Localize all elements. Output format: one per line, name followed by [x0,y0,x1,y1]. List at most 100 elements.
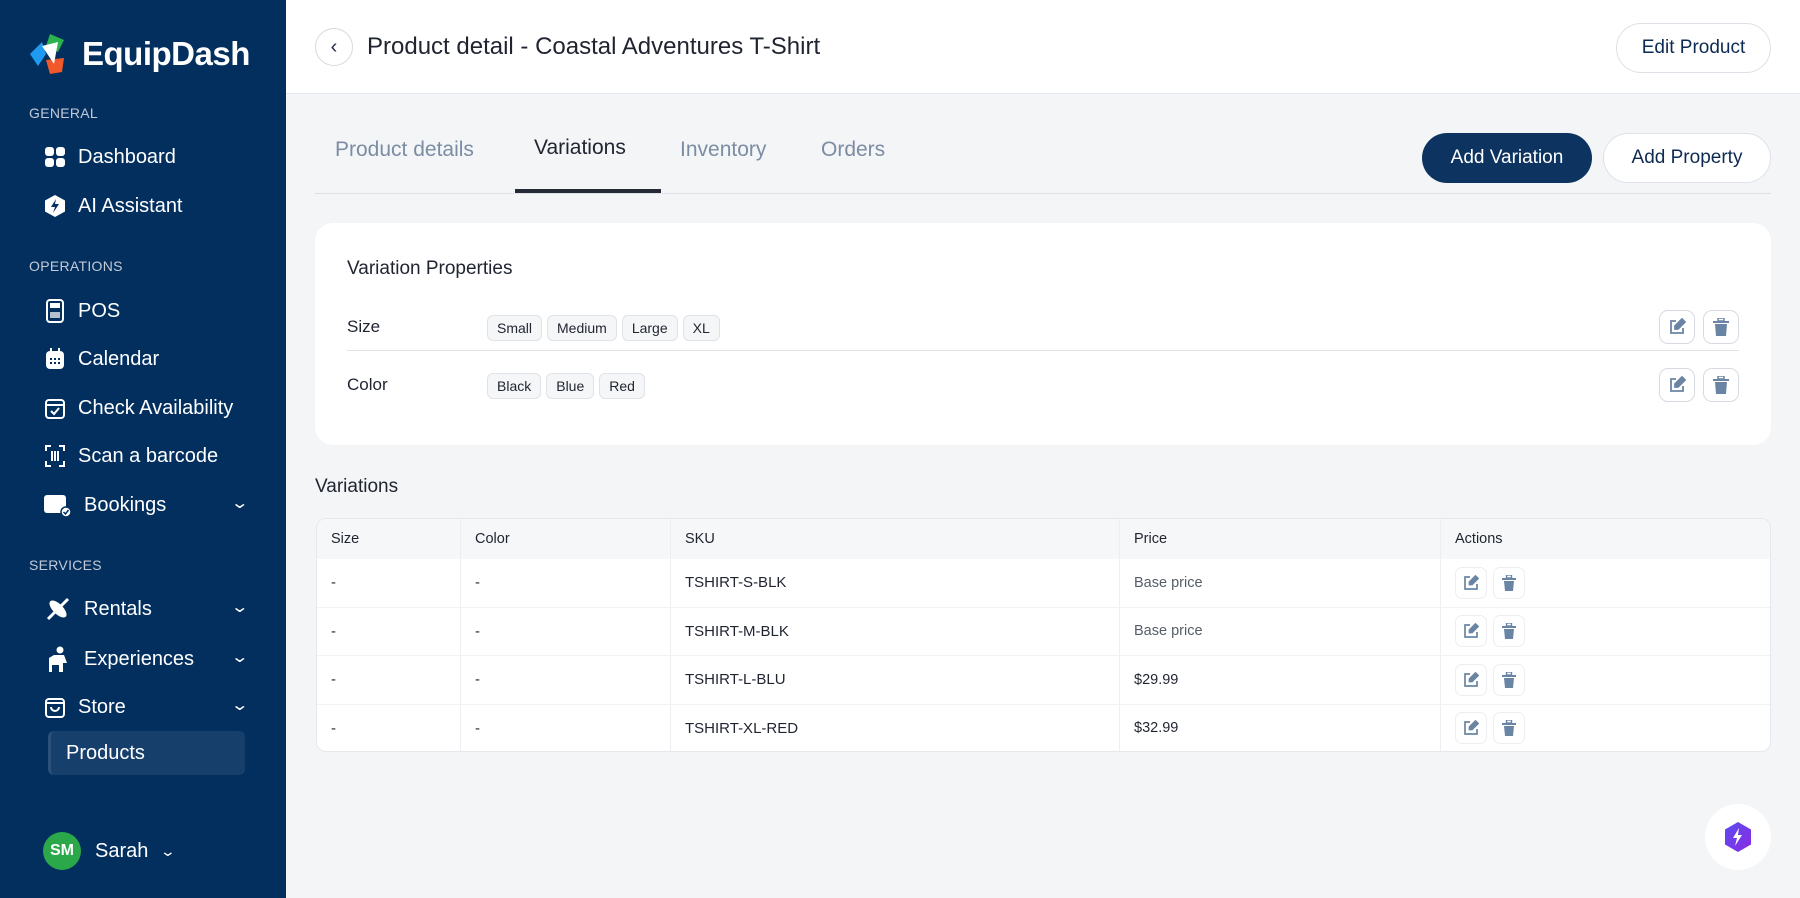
delete-variation-button[interactable] [1493,712,1525,745]
sidebar-item-bookings[interactable]: Bookings ⌄ [44,485,250,525]
table-header: Size Color SKU Price Actions [317,519,1770,559]
trash-icon [1502,574,1516,591]
page-header: ‹ Product detail - Coastal Adventures T-… [286,0,1800,94]
cell-color: - [461,607,671,655]
edit-variation-button[interactable] [1455,566,1487,599]
equipdash-logo-icon [30,34,64,74]
edit-icon [1464,671,1479,687]
variations-table: Size Color SKU Price Actions - - TSHIRT-S-… [316,518,1771,752]
section-general: GENERAL [29,105,99,121]
app-name: EquipDash [82,35,250,72]
sidebar-item-scan-barcode[interactable]: Scan a barcode [44,436,250,476]
delete-variation-button[interactable] [1493,663,1525,696]
variation-properties-card: Variation Properties Size Small Medium L… [315,223,1771,445]
table-row: - - TSHIRT-L-BLU $29.99 [317,656,1770,705]
sidebar-item-experiences[interactable]: Experiences ⌄ [44,639,250,679]
sidebar-item-check-availability[interactable]: Check Availability [44,388,250,428]
experiences-person-icon [44,646,72,672]
edit-variation-button[interactable] [1455,663,1487,696]
tab-variations[interactable]: Variations [534,136,626,160]
edit-icon [1670,318,1686,334]
column-header: Size [317,519,461,559]
pos-terminal-icon [44,299,66,323]
edit-icon [1464,574,1479,590]
cell-color: - [461,704,671,751]
property-name: Size [347,317,381,336]
ai-hexagon-icon [1725,822,1751,852]
sidebar-item-dashboard[interactable]: Dashboard [44,137,250,177]
column-header: Price [1120,519,1441,559]
delete-property-button[interactable] [1703,368,1739,402]
delete-variation-button[interactable] [1493,615,1525,648]
sidebar-item-pos[interactable]: POS [44,291,250,331]
avatar: SM [43,832,81,870]
tab-product-details[interactable]: Product details [335,138,474,162]
cell-price: $29.99 [1120,656,1441,704]
cell-actions [1441,705,1770,752]
cell-price: Base price [1120,559,1441,607]
cell-sku: TSHIRT-XL-RED [671,704,1120,751]
chevron-left-icon: ‹ [330,35,338,58]
barcode-scan-icon [44,445,66,467]
property-value-chip: Red [599,373,645,399]
edit-product-button[interactable]: Edit Product [1616,23,1771,73]
cell-color: - [461,559,671,607]
edit-property-button[interactable] [1659,368,1695,402]
cell-sku: TSHIRT-M-BLK [671,607,1120,655]
property-value-chip: Blue [546,373,595,399]
cell-price: Base price [1120,607,1441,655]
shopping-bag-icon [44,696,66,718]
edit-variation-button[interactable] [1455,615,1487,648]
sidebar-item-rentals[interactable]: Rentals ⌄ [44,589,250,629]
sidebar-item-store[interactable]: Store ⌄ [44,687,250,727]
trash-icon [1502,623,1516,640]
dashboard-icon [44,146,66,168]
cell-size: - [317,704,461,751]
back-button[interactable]: ‹ [315,28,353,66]
edit-property-button[interactable] [1659,310,1695,344]
active-tab-indicator [515,189,661,193]
sidebar-item-calendar[interactable]: Calendar [44,339,250,379]
kayak-icon [44,597,72,621]
chevron-down-icon: ⌄ [229,495,249,512]
table-row: - - TSHIRT-M-BLK Base price [317,607,1770,656]
sidebar-item-label: Store [78,695,126,718]
sidebar-item-label: Calendar [78,347,160,370]
tab-orders[interactable]: Orders [821,138,885,162]
sidebar-item-label: Scan a barcode [78,444,219,467]
tab-inventory[interactable]: Inventory [680,138,766,162]
delete-variation-button[interactable] [1493,566,1525,599]
delete-property-button[interactable] [1703,310,1739,344]
cell-size: - [317,656,461,704]
logo[interactable]: EquipDash [28,32,250,76]
ai-assistant-fab[interactable] [1705,804,1771,870]
trash-icon [1502,671,1516,688]
add-variation-button[interactable]: Add Variation [1422,133,1592,183]
sidebar-item-products[interactable]: Products [48,731,245,775]
chevron-down-icon: ⌄ [229,599,249,616]
column-header: Color [461,519,671,559]
bookings-icon [44,494,72,517]
table-row: - - TSHIRT-XL-RED $32.99 [317,704,1770,752]
edit-icon [1464,623,1479,639]
property-value-chip: Medium [547,315,617,341]
cell-actions [1441,608,1770,656]
cell-actions [1441,656,1770,704]
table-row: - - TSHIRT-S-BLK Base price [317,559,1770,608]
property-row-size: Size Small Medium Large XL [347,303,1739,351]
sidebar-item-ai-assistant[interactable]: AI Assistant [44,186,250,226]
edit-variation-button[interactable] [1455,712,1487,745]
user-menu[interactable]: SM Sarah ⌄ [43,832,177,870]
property-name: Color [347,375,388,394]
cell-color: - [461,656,671,704]
chevron-down-icon: ⌄ [229,697,249,714]
sidebar: EquipDash GENERAL Dashboard AI Assistant… [0,0,286,898]
cell-size: - [317,607,461,655]
page-title: Product detail - Coastal Adventures T-Sh… [367,33,821,60]
sidebar-item-label: Check Availability [78,396,234,419]
cell-sku: TSHIRT-S-BLK [671,559,1120,607]
variations-heading: Variations [315,476,399,497]
add-property-button[interactable]: Add Property [1603,133,1771,183]
chevron-down-icon: ⌄ [160,842,177,859]
sidebar-item-label: Experiences [84,647,195,670]
